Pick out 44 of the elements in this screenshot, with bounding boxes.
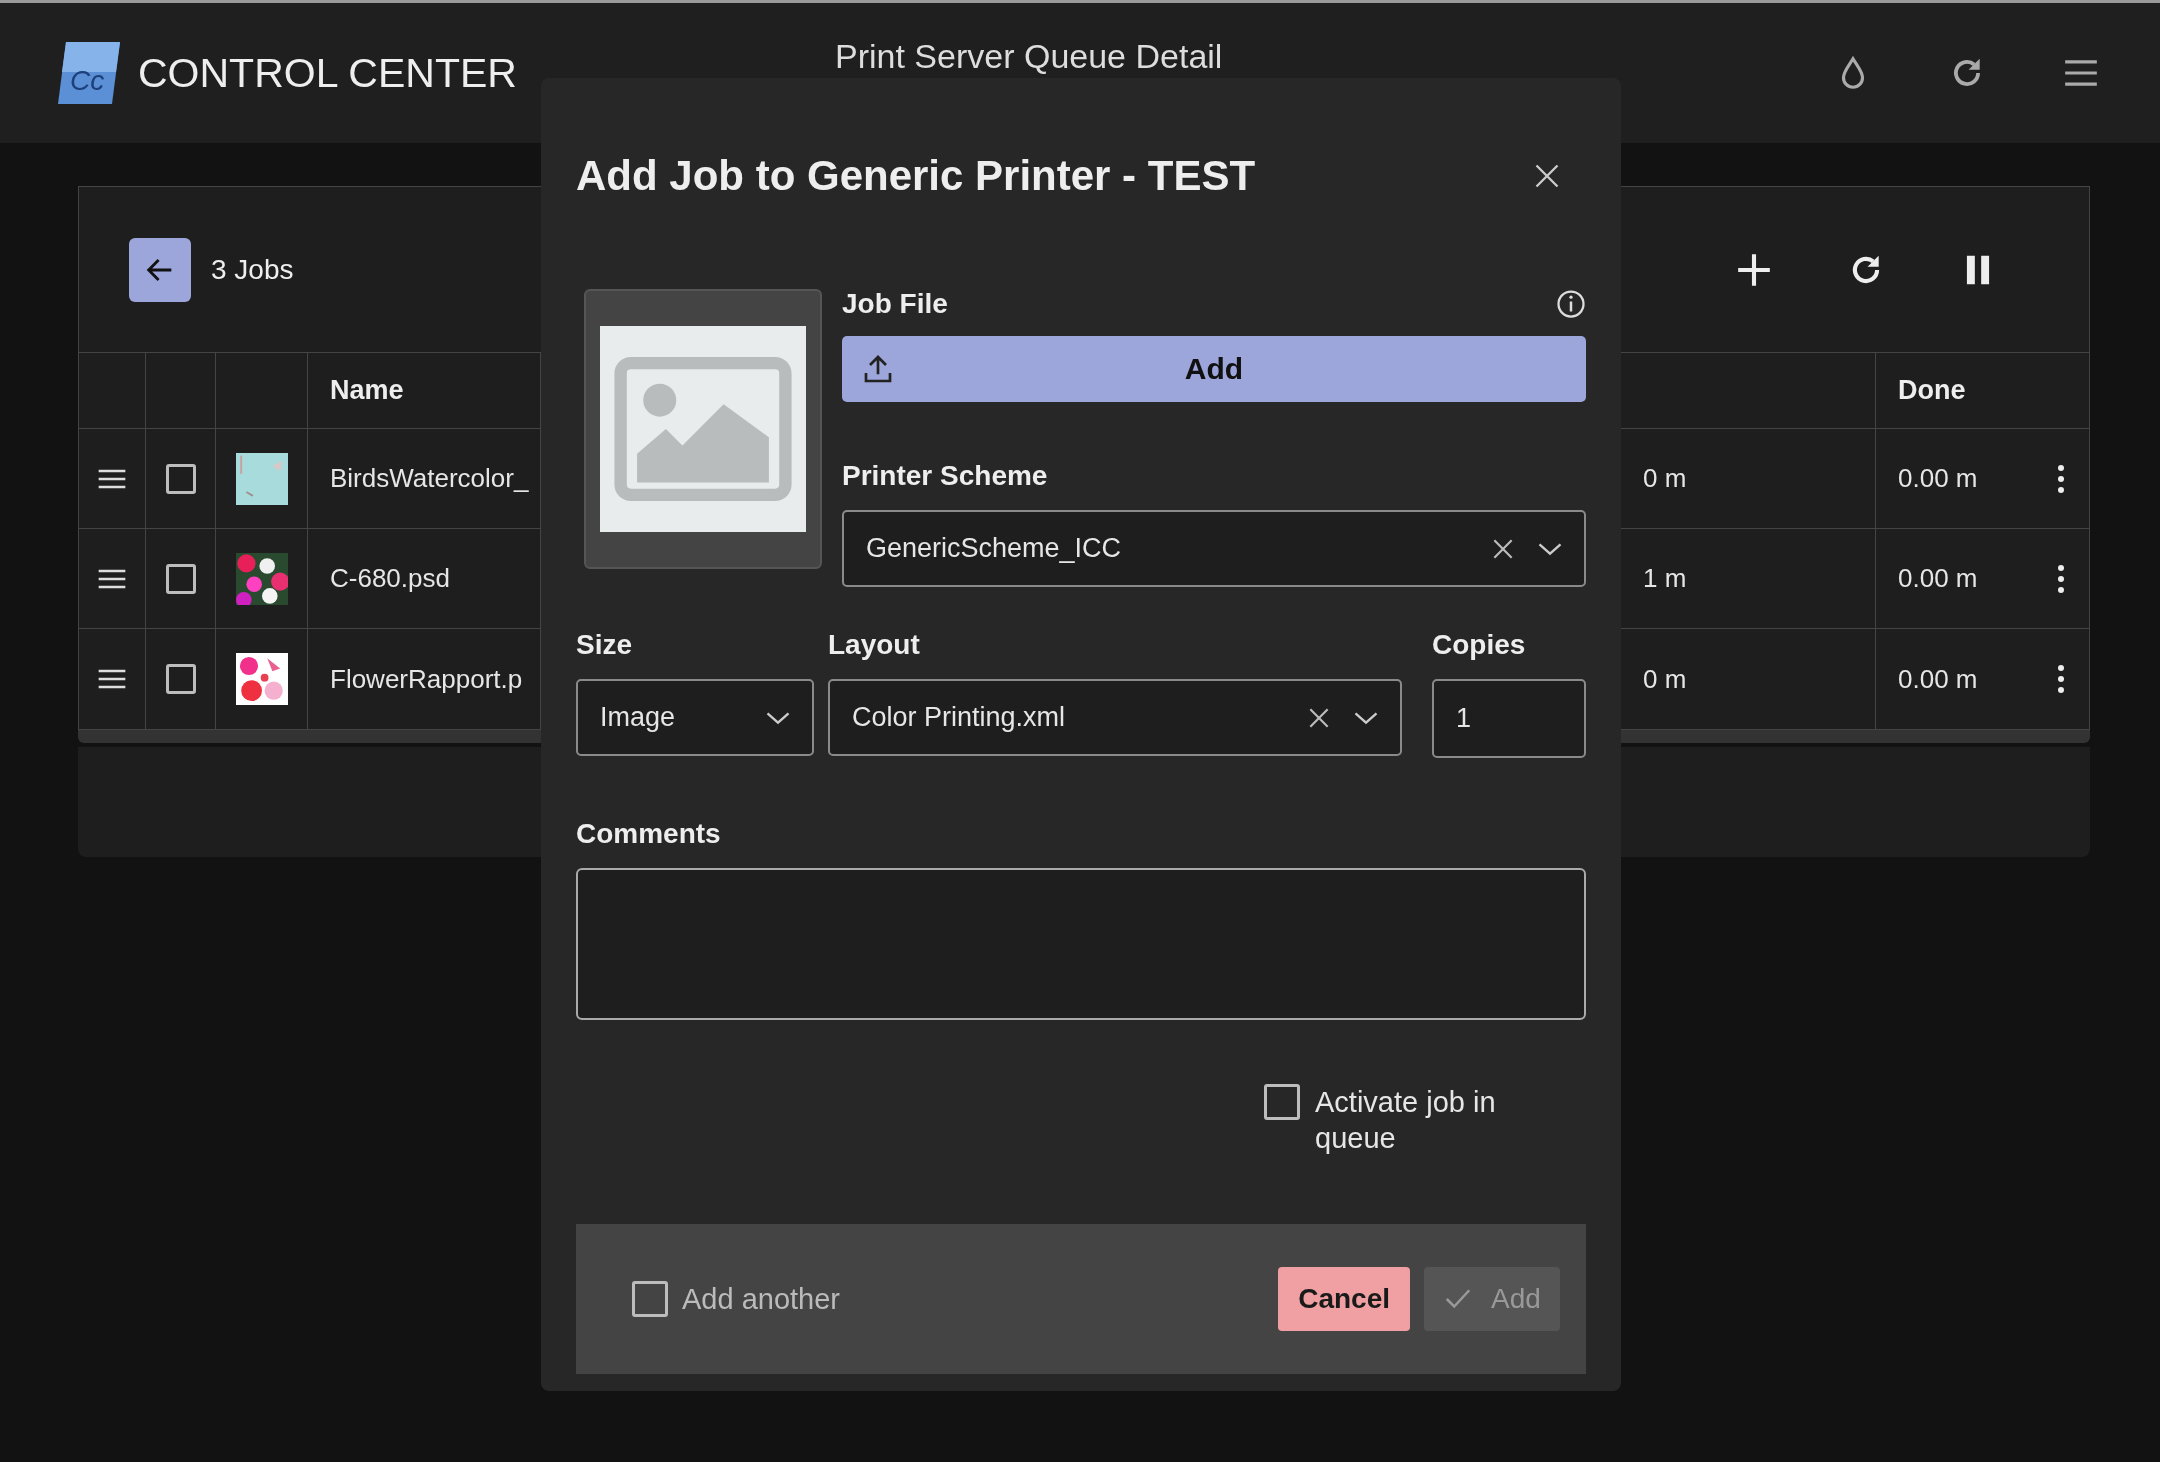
upload-icon bbox=[862, 353, 894, 385]
table-cell: 0 m bbox=[1643, 463, 1687, 494]
comments-field[interactable] bbox=[576, 868, 1586, 1020]
info-icon[interactable] bbox=[1556, 289, 1586, 319]
field-label: Layout bbox=[828, 629, 921, 661]
copies-field[interactable]: 1 bbox=[1432, 679, 1586, 758]
column-header[interactable]: Done bbox=[1898, 375, 1966, 406]
dialog-title: Add Job to Generic Printer - TEST bbox=[576, 152, 1257, 200]
app-name: CONTROL CENTER bbox=[138, 49, 517, 97]
printer-scheme-select[interactable]: GenericScheme_ICC bbox=[842, 510, 1586, 587]
logo-icon: Cc bbox=[58, 42, 120, 104]
back-button[interactable] bbox=[129, 237, 191, 302]
table-cell: 0 m bbox=[1643, 663, 1687, 695]
size-select[interactable]: Image bbox=[576, 679, 814, 756]
field-label: Size bbox=[576, 629, 634, 661]
checkbox[interactable] bbox=[632, 1281, 668, 1317]
field-label: Printer Scheme bbox=[842, 460, 1049, 492]
image-placeholder-icon bbox=[600, 326, 806, 532]
table-cell-text: 0.00 m bbox=[1898, 563, 1979, 594]
page-title: Print Server Queue Detail bbox=[835, 37, 1223, 76]
field-label: Copies bbox=[1432, 629, 1527, 661]
table-cell: 1 m bbox=[1643, 563, 1687, 594]
checkbox[interactable] bbox=[165, 563, 196, 594]
job-name: C-680.psd bbox=[330, 563, 450, 594]
checkbox-label: Activate job in queue bbox=[1315, 1085, 1497, 1156]
table-cell-text: 0.00 m bbox=[1898, 463, 1979, 494]
checkbox-label: Add another bbox=[682, 1282, 840, 1316]
more-icon[interactable] bbox=[2057, 664, 2065, 694]
checkbox[interactable] bbox=[165, 463, 196, 494]
more-icon[interactable] bbox=[2057, 563, 2065, 594]
add-file-button[interactable]: Add bbox=[842, 336, 1586, 402]
checkbox[interactable] bbox=[1264, 1084, 1300, 1120]
job-name: BirdsWatercolor_ bbox=[330, 463, 529, 494]
table-cell-text: 0.00 m bbox=[1898, 663, 1979, 695]
layout-select[interactable]: Color Printing.xml bbox=[828, 679, 1402, 756]
more-icon[interactable] bbox=[2057, 463, 2065, 494]
checkbox[interactable] bbox=[165, 664, 196, 694]
field-label: Job File bbox=[842, 288, 948, 320]
job-count: 3 Jobs bbox=[211, 253, 294, 286]
close-icon[interactable] bbox=[1533, 162, 1561, 190]
cancel-button[interactable]: Cancel bbox=[1278, 1267, 1410, 1331]
field-label: Comments bbox=[576, 818, 722, 850]
job-name: FlowerRapport.p bbox=[330, 663, 523, 695]
column-header[interactable]: Name bbox=[330, 375, 404, 406]
